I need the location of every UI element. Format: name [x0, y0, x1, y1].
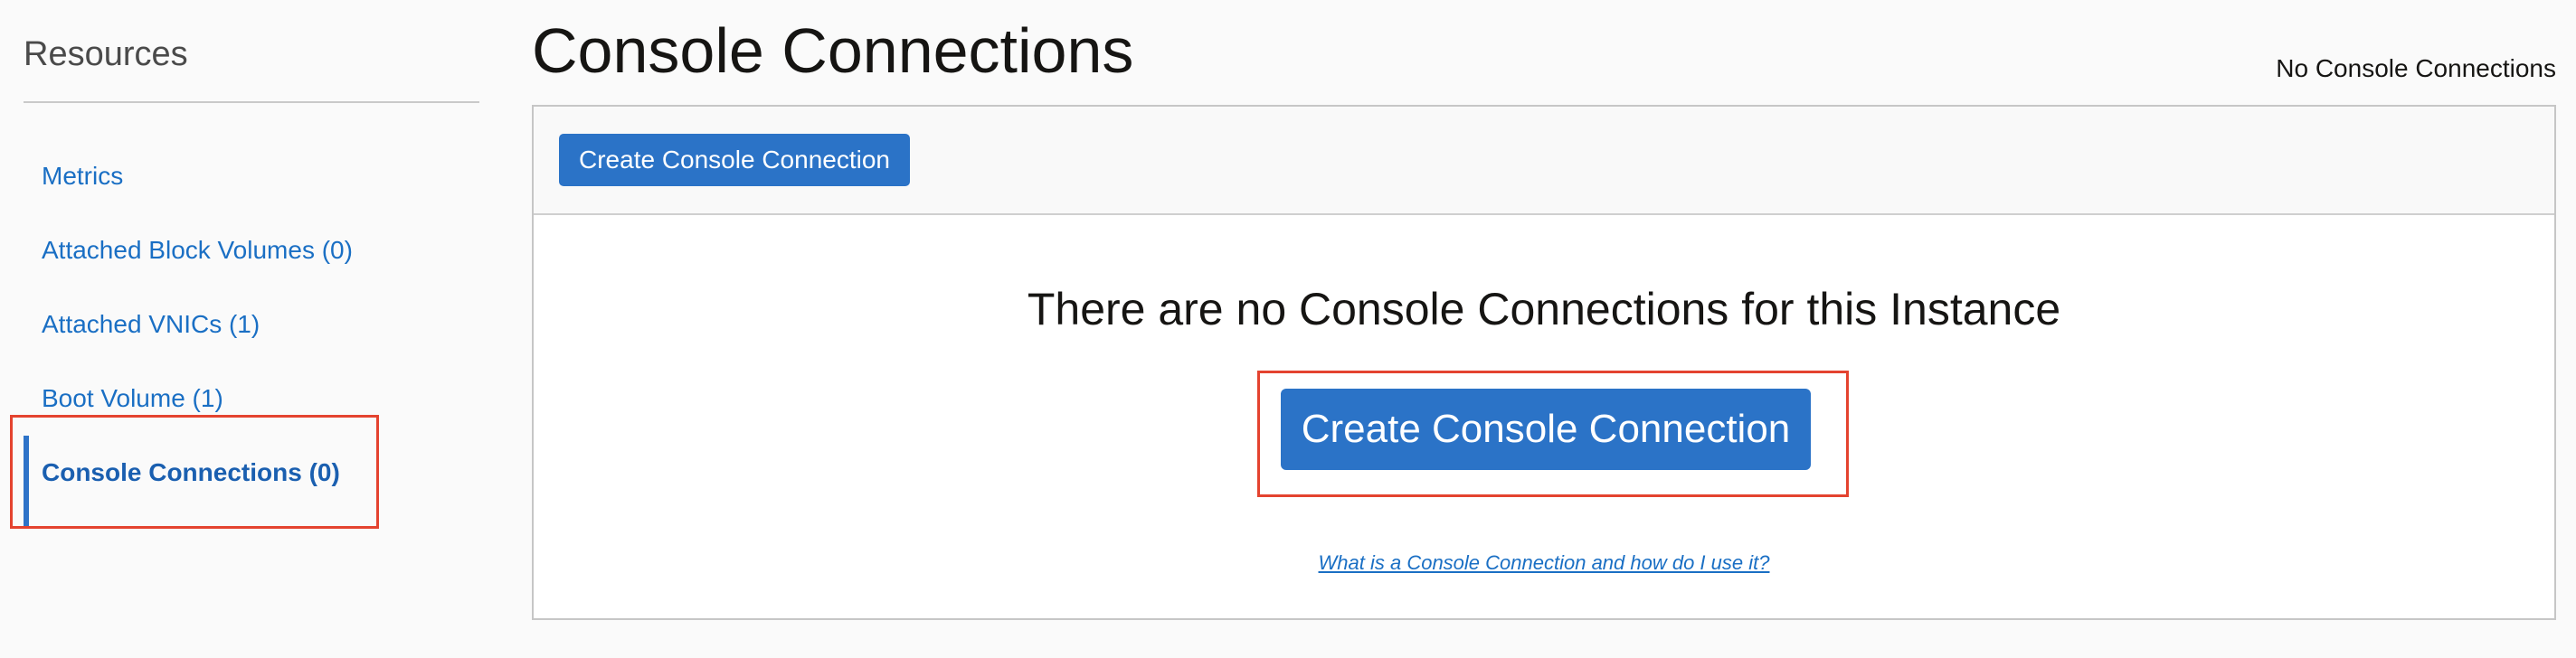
panel-toolbar: Create Console Connection: [534, 107, 2554, 215]
empty-state-create-button[interactable]: Create Console Connection: [1281, 389, 1811, 470]
empty-state-message: There are no Console Connections for thi…: [1027, 284, 2061, 334]
connections-count-text: No Console Connections: [2276, 54, 2556, 82]
sidebar-title: Resources: [24, 35, 188, 73]
page: Resources Metrics Attached Block Volumes…: [0, 0, 2576, 658]
console-connections-panel: Create Console Connection There are no C…: [532, 105, 2556, 620]
sidebar-item-attached-vnics[interactable]: Attached VNICs (1): [24, 287, 479, 362]
help-link[interactable]: What is a Console Connection and how do …: [534, 551, 2554, 575]
sidebar-divider: [24, 101, 479, 103]
highlight-box-sidebar: [10, 415, 379, 529]
sidebar-item-metrics[interactable]: Metrics: [24, 139, 479, 213]
empty-state: There are no Console Connections for thi…: [534, 215, 2554, 620]
sidebar-item-attached-block-volumes[interactable]: Attached Block Volumes (0): [24, 213, 479, 287]
page-title: Console Connections: [532, 15, 1134, 86]
create-console-connection-button[interactable]: Create Console Connection: [559, 134, 910, 186]
